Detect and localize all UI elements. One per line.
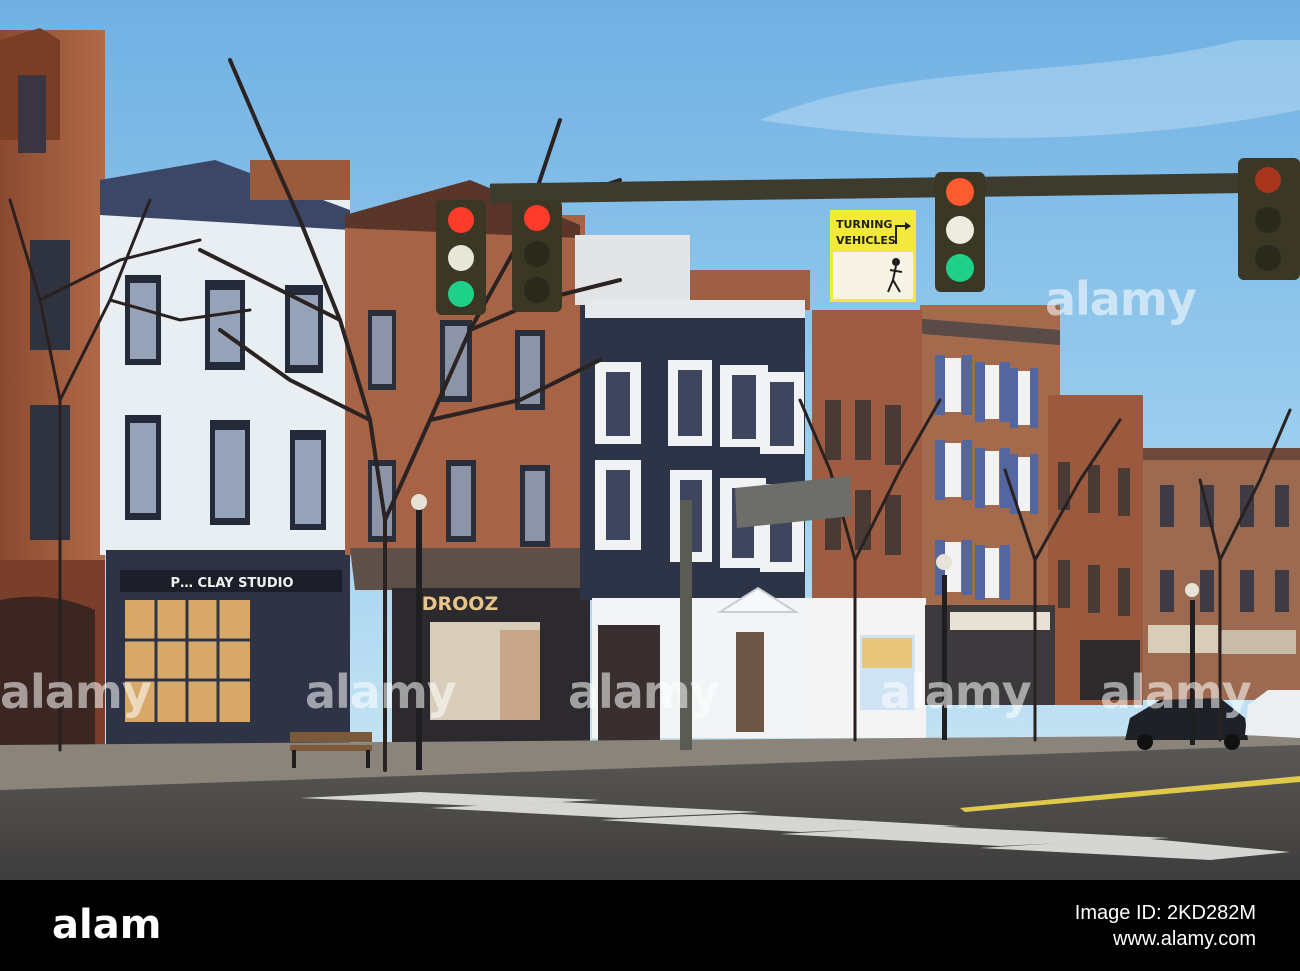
watermark: alamy	[568, 665, 720, 719]
site-url-label: www.alamy.com	[1113, 928, 1256, 950]
storefront-awning	[350, 548, 600, 590]
svg-text:VEHICLES: VEHICLES	[836, 234, 896, 247]
street-scene-photo: P… CLAY STUDIO DROOZ TURNING VEHICLES	[0, 0, 1300, 880]
turning-vehicles-sign: TURNING VEHICLES	[830, 210, 916, 302]
svg-text:alamy: alamy	[52, 902, 162, 948]
image-id-label: Image ID: 2KD282M	[1074, 902, 1256, 924]
store-sign-drooz: DROOZ	[422, 593, 498, 615]
store-sign-clay-studio: P… CLAY STUDIO	[170, 576, 293, 591]
watermark: alamy	[305, 665, 457, 719]
traffic-signal-4	[1238, 158, 1300, 280]
watermark: alamy	[1100, 665, 1252, 719]
building-far-right-cornice	[1140, 448, 1300, 460]
photo-frame: P… CLAY STUDIO DROOZ TURNING VEHICLES al…	[0, 0, 1300, 971]
traffic-signal-3	[935, 172, 985, 292]
svg-text:TURNING: TURNING	[836, 218, 892, 231]
alamy-logo: alamy	[52, 902, 162, 948]
footer-bar: alamy Image ID: 2KD282M www.alamy.com	[0, 880, 1300, 971]
watermark: alamy	[880, 665, 1032, 719]
watermark: alamy	[1045, 272, 1197, 326]
watermark: alamy	[0, 665, 152, 719]
traffic-signal-2	[512, 200, 562, 312]
traffic-signal-1	[436, 200, 486, 315]
